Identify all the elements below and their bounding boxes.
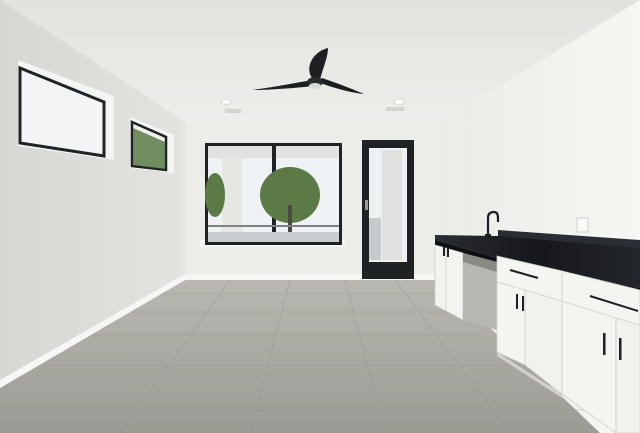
recessed-light-left	[220, 99, 232, 105]
recessed-light-right	[393, 99, 405, 105]
ceiling-vent-right	[386, 107, 404, 111]
room-photo	[0, 0, 640, 433]
room-scene	[0, 0, 640, 433]
outlet-icon	[576, 217, 589, 233]
back-door	[362, 140, 414, 279]
ceiling-vent-left	[225, 109, 241, 113]
back-window	[200, 143, 345, 247]
